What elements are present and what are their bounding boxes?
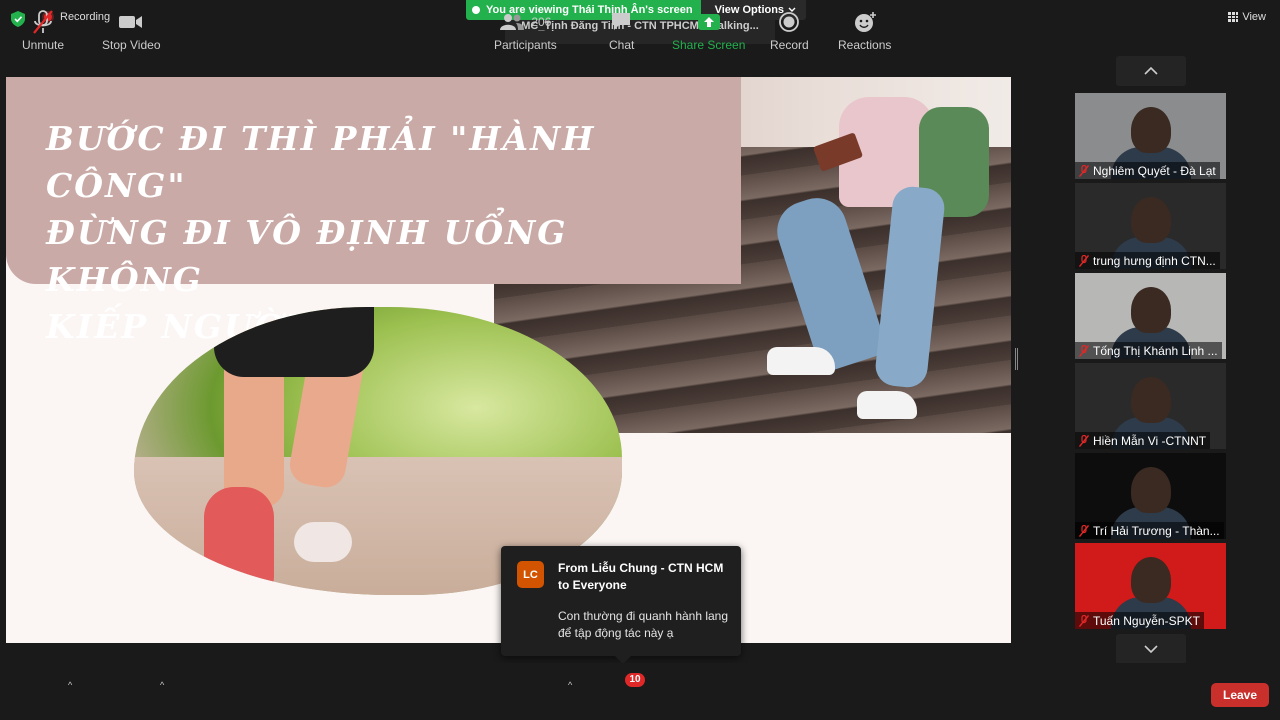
chat-button[interactable]: Chat	[609, 8, 634, 52]
participant-name: trung hưng định CTN...	[1093, 253, 1216, 268]
participant-name: Nghiêm Quyết - Đà Lạt	[1093, 163, 1216, 178]
participant-name-tag: Trí Hải Trương - Thàn...	[1075, 522, 1224, 539]
participant-video-tile[interactable]: Nghiêm Quyết - Đà Lạt	[1075, 93, 1226, 179]
title-line-2: ĐỪNG ĐI VÔ ĐỊNH UỔNG KHÔNG	[46, 213, 568, 299]
participant-video	[1130, 557, 1171, 603]
chat-bubble-icon	[611, 13, 630, 30]
share-screen-button[interactable]: Share Screen	[672, 8, 745, 52]
participant-name: Tống Thị Khánh Linh ...	[1093, 343, 1218, 358]
participants-options-caret[interactable]: ^	[568, 680, 572, 690]
participants-icon	[500, 14, 525, 30]
participant-name-tag: Hiền Mẫn Vi -CTNNT	[1075, 432, 1211, 449]
sender-avatar: LC	[517, 561, 544, 588]
reactions-label: Reactions	[838, 38, 892, 52]
participant-video	[1130, 377, 1171, 423]
video-options-caret[interactable]: ^	[160, 680, 164, 690]
microphone-muted-icon	[33, 10, 53, 34]
view-button[interactable]: View	[1228, 11, 1266, 23]
unmute-button[interactable]: Unmute	[22, 8, 64, 52]
share-screen-icon	[697, 14, 720, 30]
chat-sender: From Liễu Chung - CTN HCM to Everyone	[558, 561, 724, 592]
title-line-1: BƯỚC ĐI THÌ PHẢI "HÀNH CÔNG"	[46, 119, 596, 205]
meeting-toolbar	[0, 663, 1280, 720]
microphone-muted-icon	[1079, 614, 1089, 627]
microphone-muted-icon	[1079, 254, 1089, 267]
participant-name-tag: Nghiêm Quyết - Đà Lạt	[1075, 162, 1220, 179]
participant-video-tile[interactable]: Hiền Mẫn Vi -CTNNT	[1075, 363, 1226, 449]
chat-unread-badge: 10	[625, 673, 645, 687]
scroll-down-button[interactable]	[1116, 634, 1186, 664]
record-icon	[779, 12, 800, 32]
participant-name-tag: Tống Thị Khánh Linh ...	[1075, 342, 1222, 359]
reactions-button[interactable]: Reactions	[838, 8, 891, 52]
participant-video	[1130, 287, 1171, 333]
chat-notification[interactable]: LC From Liễu Chung - CTN HCM to Everyone…	[501, 546, 741, 664]
participant-name: Trí Hải Trương - Thàn...	[1093, 523, 1220, 538]
participant-video-tile[interactable]: Tống Thị Khánh Linh ...	[1075, 273, 1226, 359]
share-screen-label: Share Screen	[672, 38, 746, 52]
participant-video	[1130, 107, 1171, 153]
participant-video-tile[interactable]: Tuấn Nguyễn-SPKT	[1075, 543, 1226, 629]
reactions-smiley-icon	[854, 12, 876, 32]
leave-button[interactable]: Leave	[1211, 683, 1269, 707]
audio-options-caret[interactable]: ^	[68, 680, 72, 690]
chat-label: Chat	[609, 38, 635, 52]
participants-button[interactable]: 206 Participants	[494, 8, 557, 52]
participant-name-tag: trung hưng định CTN...	[1075, 252, 1220, 269]
chevron-up-icon	[1144, 67, 1158, 75]
stop-video-label: Stop Video	[102, 38, 161, 52]
stop-video-button[interactable]: Stop Video	[102, 8, 161, 52]
microphone-muted-icon	[1079, 344, 1089, 357]
participants-count: 206	[531, 15, 552, 29]
microphone-muted-icon	[1079, 524, 1089, 537]
participant-video-tile[interactable]: trung hưng định CTN...	[1075, 183, 1226, 269]
zoom-meeting-window: Recording You are viewing Thái Thịnh Ân'…	[0, 0, 1280, 720]
participant-name-tag: Tuấn Nguyễn-SPKT	[1075, 612, 1204, 629]
record-button[interactable]: Record	[770, 8, 809, 52]
chevron-down-icon	[1144, 645, 1158, 653]
video-camera-icon	[119, 16, 143, 28]
participant-video-tile[interactable]: Trí Hải Trương - Thàn...	[1075, 453, 1226, 539]
panel-resize-handle[interactable]	[1015, 348, 1018, 370]
participants-label: Participants	[494, 38, 557, 52]
unmute-label: Unmute	[22, 38, 65, 52]
view-label: View	[1242, 11, 1266, 23]
scroll-up-button[interactable]	[1116, 56, 1186, 86]
dot-icon	[472, 6, 480, 14]
microphone-muted-icon	[1079, 164, 1089, 177]
participant-name: Hiền Mẫn Vi -CTNNT	[1093, 433, 1207, 448]
participant-name: Tuấn Nguyễn-SPKT	[1093, 613, 1200, 628]
microphone-muted-icon	[1079, 434, 1089, 447]
record-label: Record	[770, 38, 809, 52]
grid-view-icon	[1228, 12, 1239, 22]
chat-message: Con thường đi quanh hành lang để tập độn…	[558, 609, 729, 640]
participant-video	[1130, 197, 1171, 243]
participant-video	[1130, 467, 1171, 513]
